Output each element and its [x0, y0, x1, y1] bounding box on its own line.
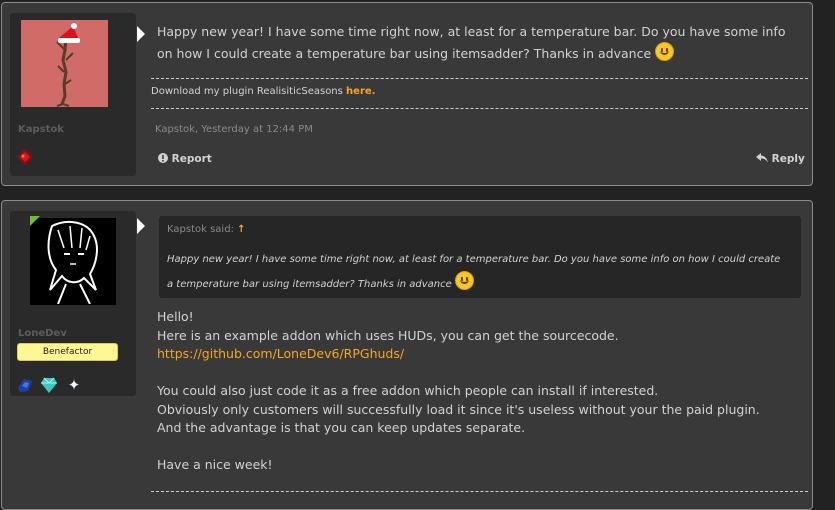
message-line: Here is an example addon which uses HUDs… — [157, 327, 619, 343]
message-line — [157, 364, 797, 383]
quote-body: Happy new year! I have some time right n… — [167, 249, 787, 296]
avatar[interactable] — [30, 218, 116, 305]
online-indicator-icon — [30, 216, 40, 226]
quote-jump-icon[interactable]: ↑ — [237, 224, 245, 235]
message-line — [157, 438, 797, 457]
message-line: Hello! — [157, 309, 194, 324]
github-link[interactable]: https://github.com/LoneDev6/RPGhuds/ — [157, 345, 797, 364]
message-body: Happy new year! I have some time right n… — [157, 21, 802, 64]
username[interactable]: LoneDev — [18, 328, 67, 339]
reply-icon — [756, 153, 768, 163]
message-line: And the advantage is that you can keep u… — [157, 420, 526, 435]
post-kapstok: Kapstok Happy new year! I have some time… — [1, 2, 813, 186]
lapis-icon[interactable] — [16, 376, 34, 394]
user-info-block: LoneDev Benefactor ✦ — [10, 211, 136, 396]
diamond-icon[interactable] — [40, 376, 58, 394]
message-line: Obviously only customers will successful… — [157, 401, 760, 417]
report-icon — [158, 153, 168, 163]
post-lonedev: LoneDev Benefactor ✦ Kapstok said: ↑ Hap… — [1, 200, 813, 510]
signature-divider — [151, 78, 808, 79]
quote-text: Happy new year! I have some time right n… — [167, 254, 781, 290]
signature-link[interactable]: here. — [346, 86, 375, 97]
signature-text: Download my plugin RealisiticSeasons — [151, 86, 343, 97]
sparkle-icon[interactable]: ✦ — [65, 376, 83, 394]
post-meta[interactable]: Kapstok, Yesterday at 12:44 PM — [155, 124, 313, 135]
smile-emoji-icon — [655, 42, 675, 61]
reply-button[interactable]: Reply — [756, 153, 805, 165]
message-body: Hello! Here is an example addon which us… — [157, 308, 797, 475]
report-label: Report — [171, 153, 212, 165]
speech-arrow-icon — [137, 218, 145, 234]
quote-block: Kapstok said: ↑ Happy new year! I have s… — [159, 216, 801, 298]
smile-emoji-icon — [454, 271, 474, 290]
avatar[interactable] — [21, 20, 108, 107]
signature-divider-bottom — [151, 108, 808, 109]
message-line: Have a nice week! — [157, 457, 273, 472]
signature: Download my plugin RealisiticSeasons her… — [151, 86, 375, 97]
user-info-block: Kapstok — [10, 13, 136, 176]
username[interactable]: Kapstok — [18, 124, 64, 135]
quote-header: Kapstok said: ↑ — [167, 224, 246, 235]
message-text: Happy new year! I have some time right n… — [157, 24, 786, 61]
speech-arrow-icon — [137, 26, 145, 42]
quote-author[interactable]: Kapstok said: — [167, 224, 234, 235]
reply-label: Reply — [771, 153, 805, 165]
signature-divider — [151, 491, 808, 492]
report-button[interactable]: Report — [158, 153, 212, 165]
user-title-badge: Benefactor — [17, 343, 118, 361]
message-line: You could also just code it as a free ad… — [157, 383, 659, 398]
redstone-icon[interactable] — [16, 148, 34, 166]
